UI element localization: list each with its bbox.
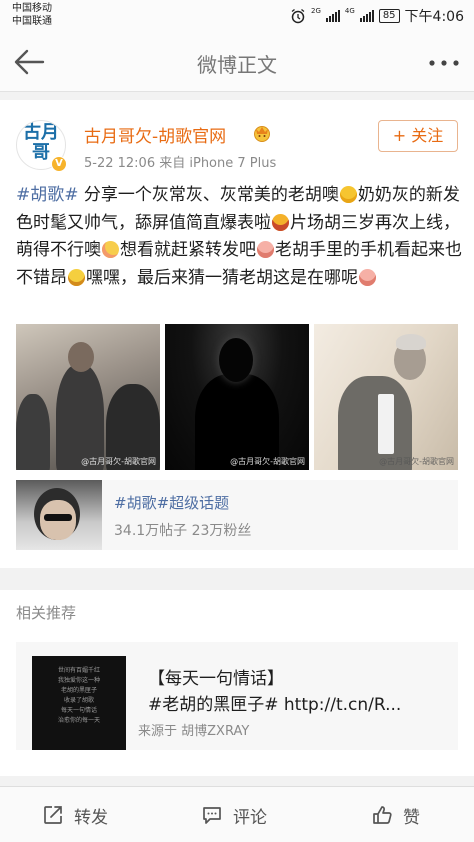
status-bar: 中国移动 中国联通 2G 4G 85 下午4:06 [0, 0, 474, 32]
super-topic-card[interactable]: #胡歌#超级话题 34.1万帖子 23万粉丝 [16, 480, 458, 550]
post-text-segment: 想看就赶紧转发吧 [120, 240, 256, 261]
photo-watermark: @古月哥欠-胡歌官网 [379, 457, 454, 466]
post-photo-2[interactable]: @古月哥欠-胡歌官网 [165, 324, 309, 470]
page-title: 微博正文 [197, 53, 277, 77]
comment-icon [203, 807, 221, 824]
repost-label: 转发 [74, 807, 108, 828]
network-type-1: 2G [311, 7, 321, 15]
like-label: 赞 [403, 807, 420, 828]
repost-icon [44, 806, 62, 824]
figure-shape [219, 338, 253, 382]
username[interactable]: 古月哥欠-胡歌官网 [84, 122, 226, 147]
signal-icon [325, 10, 340, 22]
battery-icon: 85 [378, 9, 400, 23]
signal-icon [359, 10, 374, 22]
verified-icon: V [51, 156, 67, 172]
network-type-2: 4G [344, 7, 355, 15]
photo-watermark: @古月哥欠-胡歌官网 [81, 457, 156, 466]
topic-thumbnail [16, 480, 102, 550]
related-heading: 相关推荐 [16, 604, 77, 622]
carrier-2: 中国联通 [12, 16, 52, 27]
figure-shape [396, 334, 426, 350]
thumbnail-text: 世间有百媚千红 [57, 667, 100, 674]
figure-shape [378, 394, 394, 454]
pig-emoji-icon [257, 241, 274, 259]
post-card: 古月哥 V 古月哥欠-胡歌官网 5-22 12:06 来自 iPhone 7 P… [0, 100, 474, 568]
status-bar-right: 2G 4G 85 下午4:06 [290, 7, 464, 25]
thumbnail-text: 治愈你的每一天 [57, 717, 100, 724]
repost-button[interactable]: 转发 [42, 787, 108, 842]
post-text-segment: 分享一个灰常灰、灰常美的老胡噢 [78, 185, 339, 205]
post-photo-3[interactable]: @古月哥欠-胡歌官网 [314, 324, 458, 470]
ellipsis-icon[interactable] [428, 59, 460, 67]
comment-button[interactable]: 评论 [201, 787, 267, 842]
like-button[interactable]: 赞 [371, 787, 420, 842]
follow-button[interactable]: + 关注 [378, 120, 458, 152]
post-meta: 5-22 12:06 来自 iPhone 7 Plus [84, 156, 277, 171]
clock: 下午4:06 [404, 9, 464, 25]
grin-emoji-icon [68, 268, 85, 286]
comment-label: 评论 [233, 807, 267, 828]
thumbnail-text: 老胡的黑匣子 [60, 687, 97, 694]
glasses-shape [44, 514, 72, 521]
carrier-1: 中国移动 [12, 3, 52, 14]
pig-emoji-icon [359, 268, 376, 286]
haha-emoji-icon [272, 213, 289, 231]
laugh-emoji-icon [339, 186, 357, 203]
shy-emoji-icon [102, 241, 119, 259]
photo-watermark: @古月哥欠-胡歌官网 [230, 457, 305, 466]
figure-shape [16, 394, 50, 470]
crown-emoji-icon [254, 126, 270, 142]
alarm-icon [291, 8, 305, 24]
related-subtitle: #老胡的黑匣子# http://t.cn/R... [148, 695, 402, 715]
related-card[interactable]: 世间有百媚千红 我独爱你这一种 老胡的黑匣子 收录了胡歌 每天一句情话 治愈你的… [16, 642, 458, 750]
related-section: 相关推荐 世间有百媚千红 我独爱你这一种 老胡的黑匣子 收录了胡歌 每天一句情话… [0, 590, 474, 776]
thumbnail-text: 收录了胡歌 [63, 697, 94, 704]
nav-bar: 微博正文 [0, 32, 474, 92]
thumbnail-text: 每天一句情话 [60, 707, 97, 714]
figure-shape [56, 364, 104, 470]
post-photo-1[interactable]: @古月哥欠-胡歌官网 [16, 324, 160, 470]
figure-shape [68, 342, 94, 372]
related-source: 来源于 胡博ZXRAY [138, 724, 250, 739]
action-bar: 转发 评论 赞 [0, 786, 474, 842]
hashtag-link[interactable]: #胡歌# [16, 185, 79, 205]
thumbnail-text: 我独爱你这一种 [57, 677, 100, 684]
post-text: #胡歌# 分享一个灰常灰、灰常美的老胡噢 奶奶灰的新发色时髦又帅气，舔屏值简直爆表… [16, 182, 462, 292]
topic-title: #胡歌#超级话题 [114, 494, 230, 512]
thumbs-up-icon [373, 806, 392, 824]
topic-stats: 34.1万帖子 23万粉丝 [114, 523, 252, 539]
post-text-segment: 嘿嘿，最后来猜一猜老胡这是在哪呢 [86, 267, 358, 288]
related-title: 【每天一句情话】 [148, 669, 284, 689]
related-thumbnail: 世间有百媚千红 我独爱你这一种 老胡的黑匣子 收录了胡歌 每天一句情话 治愈你的… [32, 656, 126, 750]
